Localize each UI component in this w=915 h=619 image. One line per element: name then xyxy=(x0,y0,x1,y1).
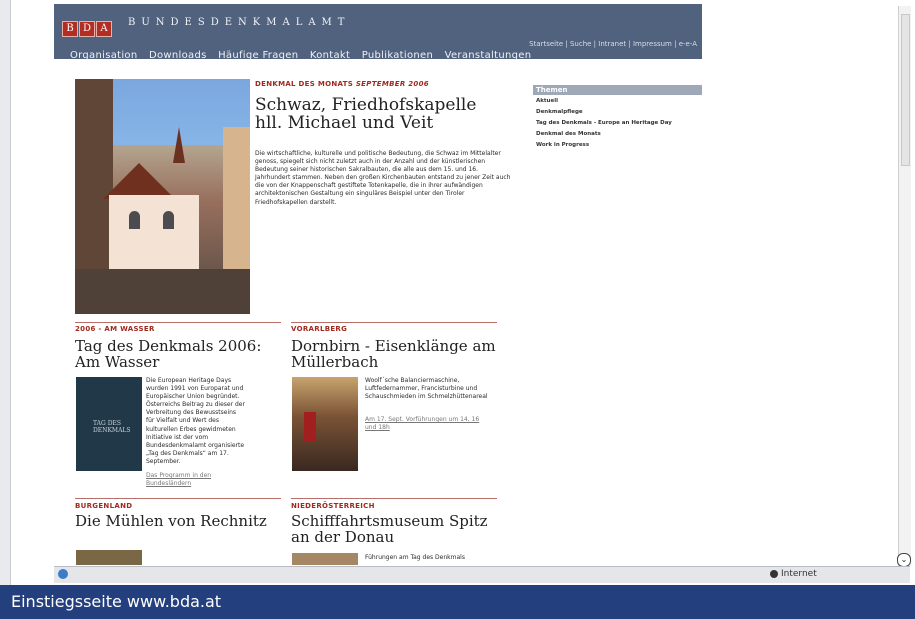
article-text: Führungen am Tag des Denkmals xyxy=(365,554,465,561)
scroll-down-button[interactable]: ⌄ xyxy=(897,553,911,567)
site-header: BDA BUNDESDENKMALAMT Startseite | Suche … xyxy=(54,4,702,61)
browser-content: BDA BUNDESDENKMALAMT Startseite | Suche … xyxy=(54,0,898,565)
nav-haeufige-fragen[interactable]: Häufige Fragen xyxy=(218,50,298,61)
chapel-roof xyxy=(103,163,175,199)
article-title[interactable]: Tag des Denkmals 2006: Am Wasser xyxy=(75,338,285,371)
theme-work-in-progress[interactable]: Work in Progress xyxy=(536,142,589,148)
bda-logo[interactable]: BDA xyxy=(62,16,113,37)
section-divider xyxy=(75,498,281,499)
section-divider xyxy=(75,322,281,323)
article-title[interactable]: Die Mühlen von Rechnitz xyxy=(75,513,285,529)
mill-thumbnail xyxy=(76,550,142,565)
street xyxy=(75,269,250,314)
zone-icon xyxy=(770,569,778,578)
section-divider xyxy=(291,498,497,499)
nav-publikationen[interactable]: Publikationen xyxy=(362,50,433,61)
nav-kontakt[interactable]: Kontakt xyxy=(310,50,350,61)
feature-label-prefix: DENKMAL DES MONATS xyxy=(255,80,354,88)
figure-caption: Einstiegsseite www.bda.at xyxy=(0,585,915,619)
mill-detail xyxy=(304,412,316,442)
book-title: TAG DES DENKMALS xyxy=(93,420,131,434)
church-spire xyxy=(173,127,185,163)
themes-heading: Themen xyxy=(533,85,702,95)
zone-label: Internet xyxy=(781,569,817,579)
chapel-window xyxy=(129,211,140,229)
logo-letter: A xyxy=(96,21,112,37)
museum-thumbnail xyxy=(292,553,358,565)
feature-title[interactable]: Schwaz, Friedhofskapelle hll. Michael un… xyxy=(255,96,505,133)
mill-photo xyxy=(292,377,358,471)
chapel-photo xyxy=(75,79,250,314)
article-label: NIEDERÖSTERREICH xyxy=(291,502,375,510)
section-divider xyxy=(291,322,497,323)
security-zone: Internet xyxy=(770,569,817,579)
left-window-edge xyxy=(0,0,11,585)
feature-label-date: SEPTEMBER 2006 xyxy=(355,80,429,88)
nav-veranstaltungen[interactable]: Veranstaltungen xyxy=(445,50,532,61)
article-text: Woolf´sche Balanciermaschine, Luftfedern… xyxy=(365,377,488,401)
feature-label: DENKMAL DES MONATS SEPTEMBER 2006 xyxy=(255,80,429,88)
chapel-window xyxy=(163,211,174,229)
main-navigation: Organisation Downloads Häufige Fragen Ko… xyxy=(70,50,539,61)
article-text: Die European Heritage Days wurden 1991 v… xyxy=(146,377,245,465)
theme-denkmal-des-monats[interactable]: Denkmal des Monats xyxy=(536,131,601,137)
browser-status-bar: Internet xyxy=(54,566,910,583)
program-link[interactable]: Das Programm in den Bundesländern xyxy=(146,472,245,488)
feature-text: Die wirtschaftliche, kulturelle und poli… xyxy=(255,150,511,206)
themes-box: Themen Aktuell Denkmalpflege Tag des Den… xyxy=(533,85,702,150)
article-label: VORARLBERG xyxy=(291,325,348,333)
theme-denkmalpflege[interactable]: Denkmalpflege xyxy=(536,109,583,115)
site-brand: BUNDESDENKMALAMT xyxy=(128,17,351,28)
globe-icon xyxy=(58,569,68,579)
event-link[interactable]: Am 17. Sept. Vorführungen um 14, 16 und … xyxy=(365,416,490,432)
nav-downloads[interactable]: Downloads xyxy=(149,50,207,61)
article-title[interactable]: Dornbirn - Eisenklänge am Müllerbach xyxy=(291,338,501,371)
theme-aktuell[interactable]: Aktuell xyxy=(536,98,558,104)
article-label: 2006 - AM WASSER xyxy=(75,325,155,333)
logo-letter: D xyxy=(79,21,95,37)
theme-tag-des-denkmals[interactable]: Tag des Denkmals - Europe an Heritage Da… xyxy=(536,120,672,126)
scrollbar-thumb[interactable] xyxy=(901,14,910,166)
book-cover-image: TAG DES DENKMALS xyxy=(76,377,142,471)
logo-letter: B xyxy=(62,21,78,37)
chapel-wall xyxy=(109,195,199,275)
utility-links[interactable]: Startseite | Suche | Intranet | Impressu… xyxy=(529,40,697,48)
nav-organisation[interactable]: Organisation xyxy=(70,50,138,61)
screenshot-frame: BDA BUNDESDENKMALAMT Startseite | Suche … xyxy=(0,0,915,619)
article-title[interactable]: Schifffahrtsmuseum Spitz an der Donau xyxy=(291,513,501,546)
article-label: BURGENLAND xyxy=(75,502,133,510)
